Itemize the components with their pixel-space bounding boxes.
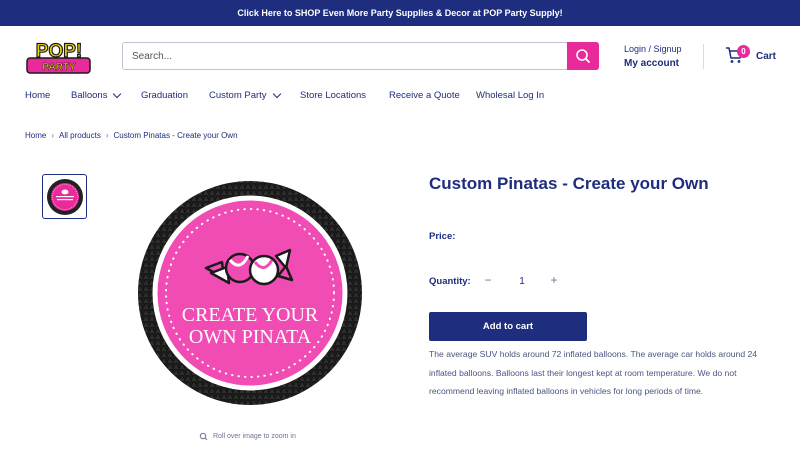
magnifier-icon: [199, 432, 208, 441]
product-main-image[interactable]: CREATE YOUR OWN PINATA: [137, 177, 363, 409]
pinata-face: [152, 195, 348, 391]
nav-item-wholesale-login[interactable]: Wholesal Log In: [476, 88, 556, 102]
nav-label: Wholesal Log In: [476, 89, 545, 101]
product-title: Custom Pinatas - Create your Own: [429, 174, 709, 193]
pinata-thumbnail-image: [46, 178, 83, 215]
nav-item-receive-quote[interactable]: Receive a Quote: [389, 88, 476, 102]
search-icon: [576, 49, 590, 63]
quantity-increase-button[interactable]: +: [547, 273, 561, 287]
price-label: Price:: [429, 231, 456, 242]
quantity-input[interactable]: [512, 274, 532, 288]
chevron-right-icon: ›: [51, 131, 55, 140]
main-nav: Home Balloons Graduation Custom Party St…: [25, 88, 556, 102]
chevron-right-icon: ›: [105, 131, 109, 140]
nav-label: Balloons: [71, 89, 108, 101]
nav-label: Custom Party: [209, 89, 267, 101]
zoom-hint-text: Roll over image to zoom in: [213, 433, 296, 440]
nav-item-custom-party[interactable]: Custom Party: [209, 88, 300, 102]
quantity-decrease-button[interactable]: −: [481, 273, 495, 287]
product-description: The average SUV holds around 72 inflated…: [429, 349, 758, 396]
login-signup-link[interactable]: Login / Signup: [624, 44, 682, 54]
nav-label: Store Locations: [300, 89, 367, 101]
search-button[interactable]: [567, 42, 599, 70]
search-bar: [122, 42, 599, 70]
cart-count-badge: 0: [737, 45, 750, 58]
add-to-cart-button[interactable]: Add to cart: [429, 312, 587, 341]
logo-top-text: POP!: [36, 41, 82, 62]
nav-item-balloons[interactable]: Balloons: [71, 88, 141, 102]
nav-label: Home: [25, 89, 51, 101]
pinata-text-line1: CREATE YOUR: [182, 304, 319, 326]
nav-item-home[interactable]: Home: [25, 88, 71, 102]
chevron-down-icon: [113, 89, 122, 98]
chevron-down-icon: [272, 89, 281, 98]
quantity-label: Quantity:: [429, 276, 471, 287]
header-divider: [703, 44, 704, 69]
nav-item-store-locations[interactable]: Store Locations: [300, 88, 389, 102]
announcement-bar[interactable]: Click Here to SHOP Even More Party Suppl…: [0, 0, 800, 26]
product-thumbnail[interactable]: [42, 174, 87, 219]
my-account-link[interactable]: My account: [624, 58, 679, 69]
nav-item-graduation[interactable]: Graduation: [141, 88, 209, 102]
breadcrumb-current: Custom Pinatas - Create your Own: [113, 131, 238, 140]
nav-label: Receive a Quote: [389, 89, 460, 101]
breadcrumb-all-products[interactable]: All products: [59, 131, 101, 140]
nav-label: Graduation: [141, 89, 189, 101]
pop-party-logo[interactable]: POP! PARTY: [25, 39, 95, 75]
breadcrumb-home[interactable]: Home: [25, 131, 46, 140]
breadcrumb: Home › All products › Custom Pinatas - C…: [25, 131, 238, 140]
logo-bottom-text: PARTY: [42, 62, 75, 73]
zoom-hint: Roll over image to zoom in: [199, 432, 296, 441]
pinata-text-line2: OWN PINATA: [189, 326, 312, 348]
search-input[interactable]: [123, 43, 567, 69]
cart-link[interactable]: Cart: [756, 51, 776, 62]
